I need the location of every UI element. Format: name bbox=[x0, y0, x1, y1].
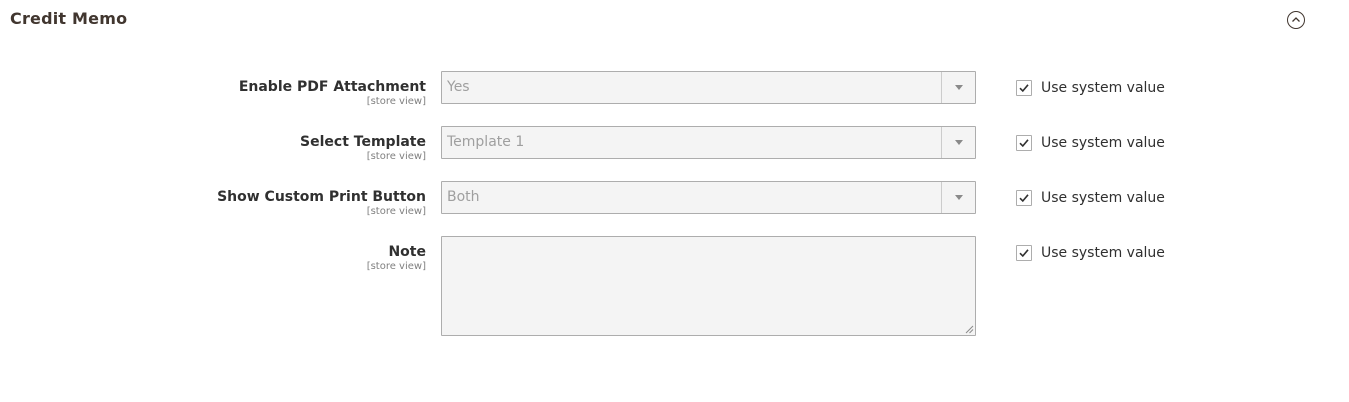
field-label-group: Show Custom Print Button [store view] bbox=[217, 189, 426, 218]
section-header[interactable]: Credit Memo bbox=[10, 7, 1349, 33]
chevron-up-circle-icon[interactable] bbox=[1287, 11, 1305, 29]
credit-memo-section: Credit Memo Enable PDF Attachment [store… bbox=[0, 0, 1349, 402]
checkmark-icon bbox=[1019, 84, 1029, 93]
use-system-value-label[interactable]: Use system value bbox=[1041, 79, 1165, 97]
field-label: Select Template bbox=[300, 134, 426, 150]
checkmark-icon bbox=[1019, 139, 1029, 148]
select-divider bbox=[941, 182, 942, 213]
field-label-group: Note [store view] bbox=[367, 244, 426, 273]
enable-pdf-attachment-select[interactable]: Yes bbox=[441, 71, 976, 104]
select-value: Both bbox=[447, 189, 480, 205]
select-divider bbox=[941, 72, 942, 103]
select-divider bbox=[941, 127, 942, 158]
field-label-group: Enable PDF Attachment [store view] bbox=[239, 79, 426, 108]
scope-label: [store view] bbox=[366, 261, 426, 272]
select-template-select[interactable]: Template 1 bbox=[441, 126, 976, 159]
field-label: Enable PDF Attachment bbox=[238, 79, 426, 95]
resize-handle-icon[interactable] bbox=[965, 325, 974, 334]
scope-label: [store view] bbox=[366, 206, 426, 217]
select-value: Template 1 bbox=[447, 134, 525, 150]
use-system-value-label[interactable]: Use system value bbox=[1041, 189, 1165, 207]
use-system-value-checkbox[interactable] bbox=[1016, 80, 1032, 96]
select-value: Yes bbox=[447, 79, 470, 95]
checkmark-icon bbox=[1019, 249, 1029, 258]
use-system-value-checkbox[interactable] bbox=[1016, 190, 1032, 206]
dropdown-arrow-icon[interactable] bbox=[955, 140, 963, 145]
show-custom-print-button-select[interactable]: Both bbox=[441, 181, 976, 214]
field-label-group: Select Template [store view] bbox=[300, 134, 426, 163]
checkmark-icon bbox=[1019, 194, 1029, 203]
scope-label: [store view] bbox=[366, 96, 426, 107]
section-title[interactable]: Credit Memo bbox=[10, 9, 127, 28]
use-system-value-checkbox[interactable] bbox=[1016, 245, 1032, 261]
field-label: Note bbox=[388, 244, 426, 260]
note-textarea[interactable] bbox=[441, 236, 976, 336]
dropdown-arrow-icon[interactable] bbox=[955, 195, 963, 200]
use-system-value-label[interactable]: Use system value bbox=[1041, 244, 1165, 262]
scope-label: [store view] bbox=[366, 151, 426, 162]
use-system-value-label[interactable]: Use system value bbox=[1041, 134, 1165, 152]
dropdown-arrow-icon[interactable] bbox=[955, 85, 963, 90]
field-label: Show Custom Print Button bbox=[217, 189, 426, 205]
use-system-value-checkbox[interactable] bbox=[1016, 135, 1032, 151]
